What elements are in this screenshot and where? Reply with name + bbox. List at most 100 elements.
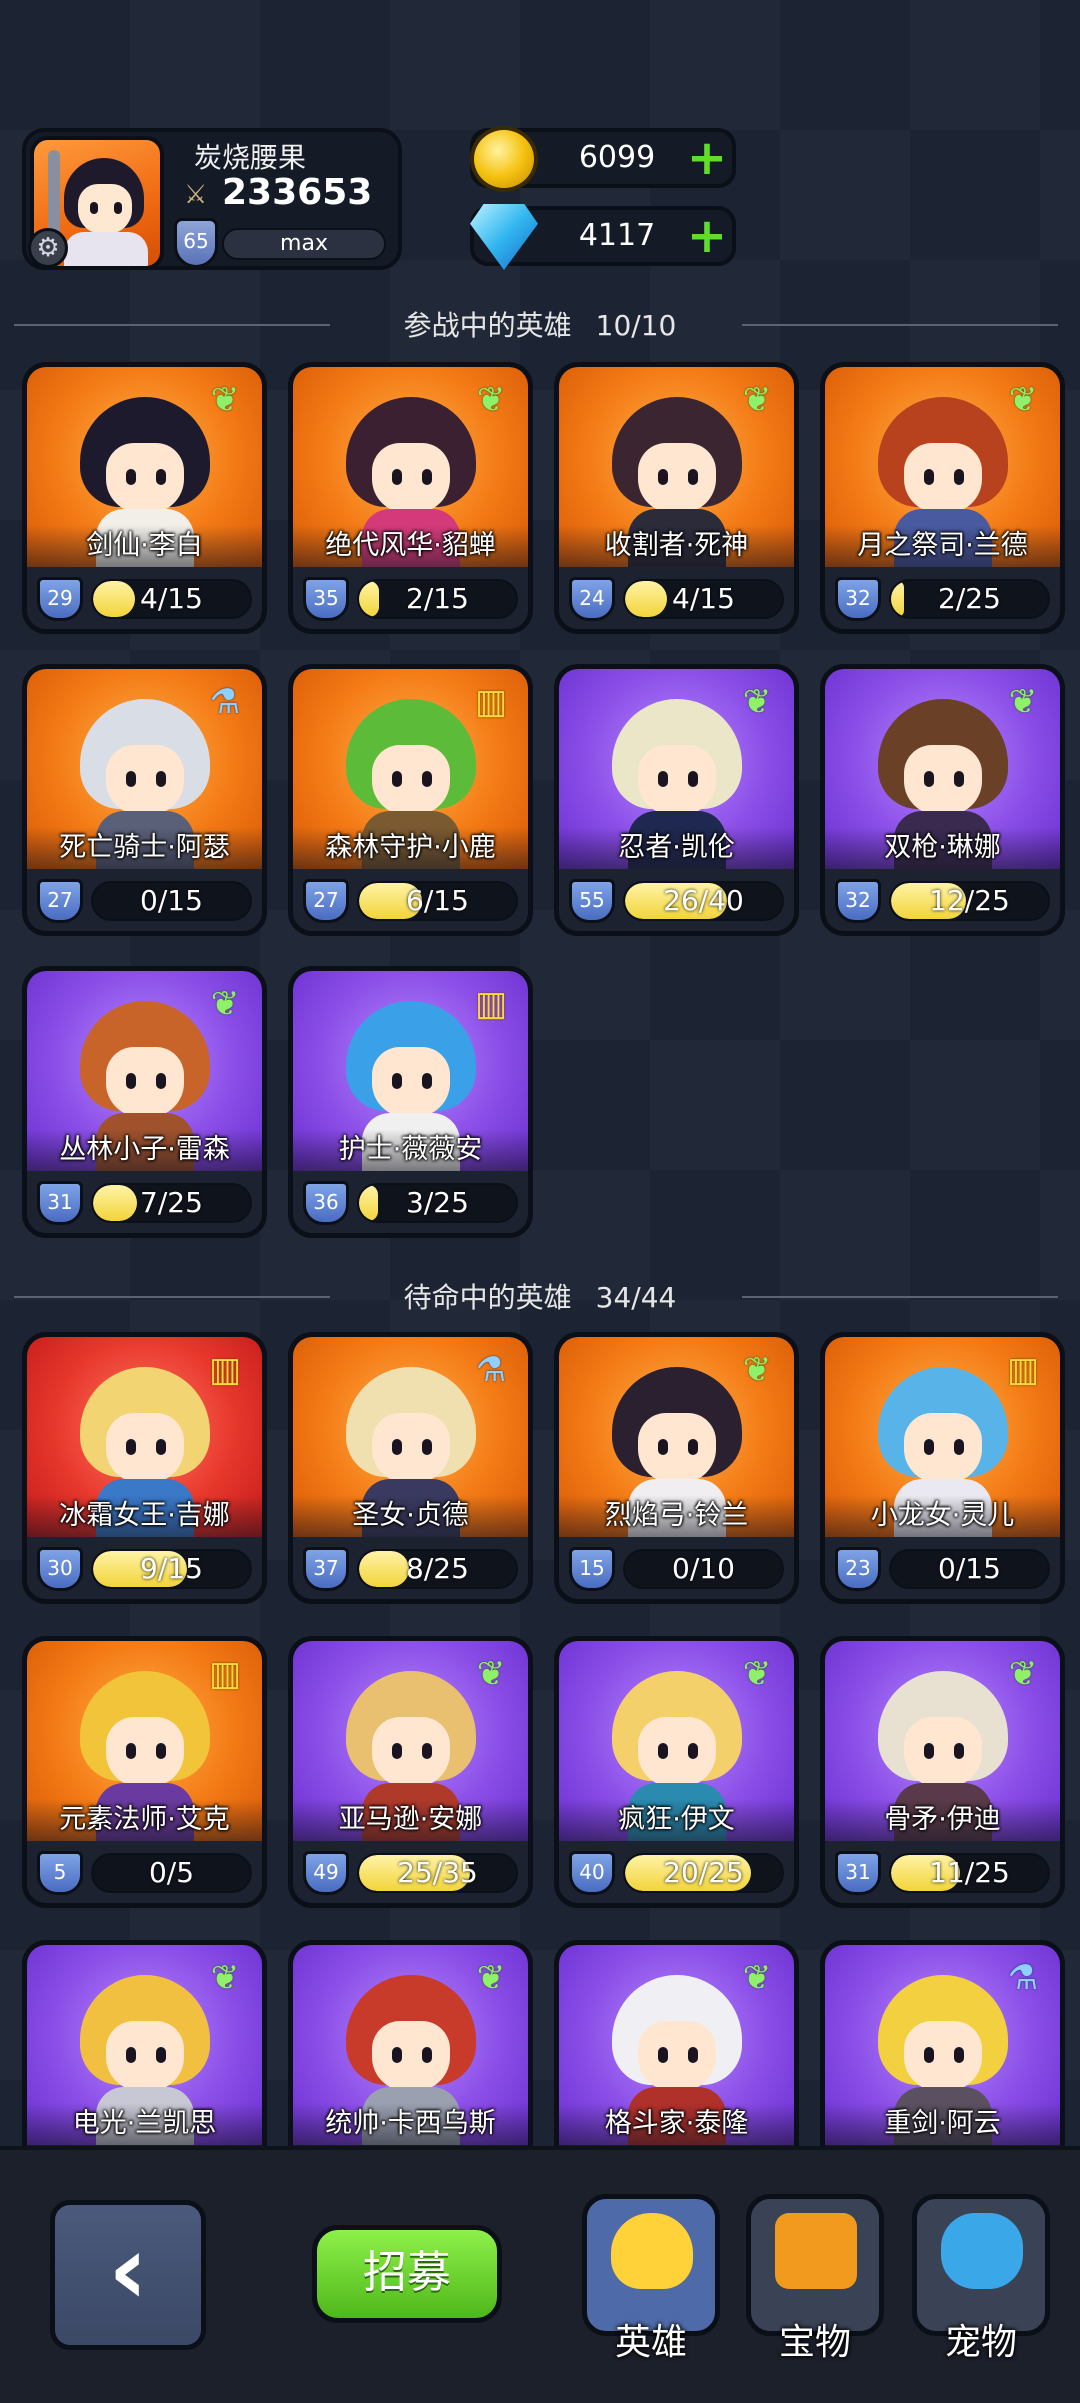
- bench-heroes-title: 待命中的英雄: [403, 1281, 572, 1314]
- hero-shard-progress-text: 9/15: [140, 1552, 203, 1585]
- wing-icon: ❦: [1008, 380, 1038, 420]
- add-gems-button[interactable]: +: [686, 212, 728, 260]
- hero-level-badge: 36: [303, 1181, 349, 1225]
- hero-shard-progress-text: 11/25: [929, 1856, 1010, 1889]
- settings-gear-icon[interactable]: ⚙: [28, 228, 68, 268]
- hero-shard-progress-text: 3/25: [406, 1186, 469, 1219]
- active-heroes-title: 参战中的英雄: [403, 309, 572, 342]
- hero-name: 电光·兰凯思: [27, 2103, 262, 2145]
- hero-card[interactable]: ❦ 月之祭司·兰德 32 2/25: [820, 362, 1065, 634]
- hero-name: 收割者·死神: [559, 525, 794, 567]
- hero-level-badge: 29: [37, 577, 83, 621]
- hero-card[interactable]: ▥ 元素法师·艾克 5 0/5: [22, 1636, 267, 1908]
- hero-card[interactable]: ❦ 绝代风华·貂蝉 35 2/15: [288, 362, 533, 634]
- wing-icon: ❦: [1008, 1654, 1038, 1694]
- hero-portrait: ❦ 亚马逊·安娜: [293, 1641, 528, 1841]
- back-button[interactable]: ‹: [50, 2200, 206, 2350]
- hero-progress-row: 49 25/35: [293, 1841, 528, 1903]
- hero-portrait: ▥ 冰霜女王·吉娜: [27, 1337, 262, 1537]
- hero-card[interactable]: ❦ 丛林小子·雷森 31 7/25: [22, 966, 267, 1238]
- gold-coin-icon: [470, 126, 538, 192]
- hero-progress-row: 32 12/25: [825, 869, 1060, 931]
- power-swords-icon: ⚔: [184, 180, 208, 210]
- tab-pets[interactable]: 宠物: [912, 2194, 1050, 2363]
- player-xp-bar: max: [222, 228, 386, 260]
- bottom-nav-bar: ‹ 招募 英雄 宝物 宠物: [0, 2146, 1080, 2403]
- hero-shard-progress-bar: 3/25: [357, 1183, 518, 1223]
- hero-level-badge: 49: [303, 1851, 349, 1895]
- hero-progress-row: 35 2/15: [293, 567, 528, 629]
- bench-heroes-count: 34/44: [595, 1281, 677, 1314]
- hero-card[interactable]: ▥ 森林守护·小鹿 27 6/15: [288, 664, 533, 936]
- hero-name: 疯狂·伊文: [559, 1799, 794, 1841]
- hero-portrait: ▥ 护士·薇薇安: [293, 971, 528, 1171]
- hero-level-badge: 30: [37, 1547, 83, 1591]
- hero-portrait: ❦ 疯狂·伊文: [559, 1641, 794, 1841]
- hero-level-badge: 55: [569, 879, 615, 923]
- gold-amount: 6099: [578, 140, 656, 175]
- wing-icon: ❦: [476, 380, 506, 420]
- tab-treasures[interactable]: 宝物: [746, 2194, 884, 2363]
- tab-heroes-label: 英雄: [614, 2322, 687, 2363]
- book-icon: ▥: [1006, 1350, 1040, 1390]
- tab-heroes[interactable]: 英雄: [582, 2194, 720, 2363]
- add-gold-button[interactable]: +: [686, 134, 728, 182]
- hero-name: 月之祭司·兰德: [825, 525, 1060, 567]
- hero-shard-progress-bar: 20/25: [623, 1853, 784, 1893]
- hero-progress-row: 31 7/25: [27, 1171, 262, 1233]
- wing-icon: ❦: [1008, 682, 1038, 722]
- hero-card[interactable]: ❦ 骨矛·伊迪 31 11/25: [820, 1636, 1065, 1908]
- hero-card[interactable]: ▥ 小龙女·灵儿 23 0/15: [820, 1332, 1065, 1604]
- hero-shard-progress-text: 2/25: [938, 582, 1001, 615]
- tab-pets-label: 宠物: [944, 2322, 1017, 2363]
- hero-card[interactable]: ❦ 忍者·凯伦 55 26/40: [554, 664, 799, 936]
- potion-icon: ⚗: [1007, 1958, 1039, 1998]
- hero-progress-row: 24 4/15: [559, 567, 794, 629]
- hero-card[interactable]: ⚗ 圣女·贞德 37 8/25: [288, 1332, 533, 1604]
- hero-name: 格斗家·泰隆: [559, 2103, 794, 2145]
- hero-shard-progress-text: 26/40: [663, 884, 744, 917]
- hero-progress-row: 23 0/15: [825, 1537, 1060, 1599]
- hero-level-badge: 31: [37, 1181, 83, 1225]
- hero-level-badge: 27: [303, 879, 349, 923]
- player-profile-panel[interactable]: ⚙ 炭烧腰果 ⚔ 233653 65 max: [22, 128, 402, 270]
- hero-card[interactable]: ❦ 双枪·琳娜 32 12/25: [820, 664, 1065, 936]
- hero-portrait: ❦ 剑仙·李白: [27, 367, 262, 567]
- hero-card[interactable]: ❦ 烈焰弓·铃兰 15 0/10: [554, 1332, 799, 1604]
- hero-progress-row: 5 0/5: [27, 1841, 262, 1903]
- hero-level-badge: 15: [569, 1547, 615, 1591]
- hero-card[interactable]: ❦ 剑仙·李白 29 4/15: [22, 362, 267, 634]
- wing-icon: ❦: [742, 380, 772, 420]
- book-icon: ▥: [208, 1654, 242, 1694]
- hero-progress-row: 31 11/25: [825, 1841, 1060, 1903]
- player-level-badge: 65: [174, 218, 218, 268]
- hero-shard-progress-bar: 25/35: [357, 1853, 518, 1893]
- hero-portrait: ❦ 骨矛·伊迪: [825, 1641, 1060, 1841]
- hero-portrait: ❦ 电光·兰凯思: [27, 1945, 262, 2145]
- hero-name: 烈焰弓·铃兰: [559, 1495, 794, 1537]
- book-icon: ▥: [474, 984, 508, 1024]
- hero-card[interactable]: ❦ 疯狂·伊文 40 20/25: [554, 1636, 799, 1908]
- hero-card[interactable]: ▥ 护士·薇薇安 36 3/25: [288, 966, 533, 1238]
- hero-card[interactable]: ❦ 收割者·死神 24 4/15: [554, 362, 799, 634]
- hero-shard-progress-bar: 9/15: [91, 1549, 252, 1589]
- hero-shard-progress-text: 4/15: [140, 582, 203, 615]
- hero-card[interactable]: ▥ 冰霜女王·吉娜 30 9/15: [22, 1332, 267, 1604]
- hero-shard-progress-bar: 7/25: [91, 1183, 252, 1223]
- player-name: 炭烧腰果: [194, 141, 307, 174]
- hero-card[interactable]: ⚗ 死亡骑士·阿瑟 27 0/15: [22, 664, 267, 936]
- hero-name: 双枪·琳娜: [825, 827, 1060, 869]
- wing-icon: ❦: [742, 1350, 772, 1390]
- book-icon: ▥: [474, 682, 508, 722]
- hero-card[interactable]: ❦ 亚马逊·安娜 49 25/35: [288, 1636, 533, 1908]
- hero-shard-progress-bar: 0/15: [91, 881, 252, 921]
- hero-name: 重剑·阿云: [825, 2103, 1060, 2145]
- hero-shard-progress-bar: 0/10: [623, 1549, 784, 1589]
- active-heroes-header: 参战中的英雄 10/10: [0, 304, 1080, 344]
- hero-shard-progress-bar: 4/15: [91, 579, 252, 619]
- hero-portrait: ❦ 忍者·凯伦: [559, 669, 794, 869]
- hero-shard-progress-text: 2/15: [406, 582, 469, 615]
- hero-progress-row: 55 26/40: [559, 869, 794, 931]
- hero-portrait: ❦ 丛林小子·雷森: [27, 971, 262, 1171]
- recruit-button[interactable]: 招募: [312, 2225, 502, 2323]
